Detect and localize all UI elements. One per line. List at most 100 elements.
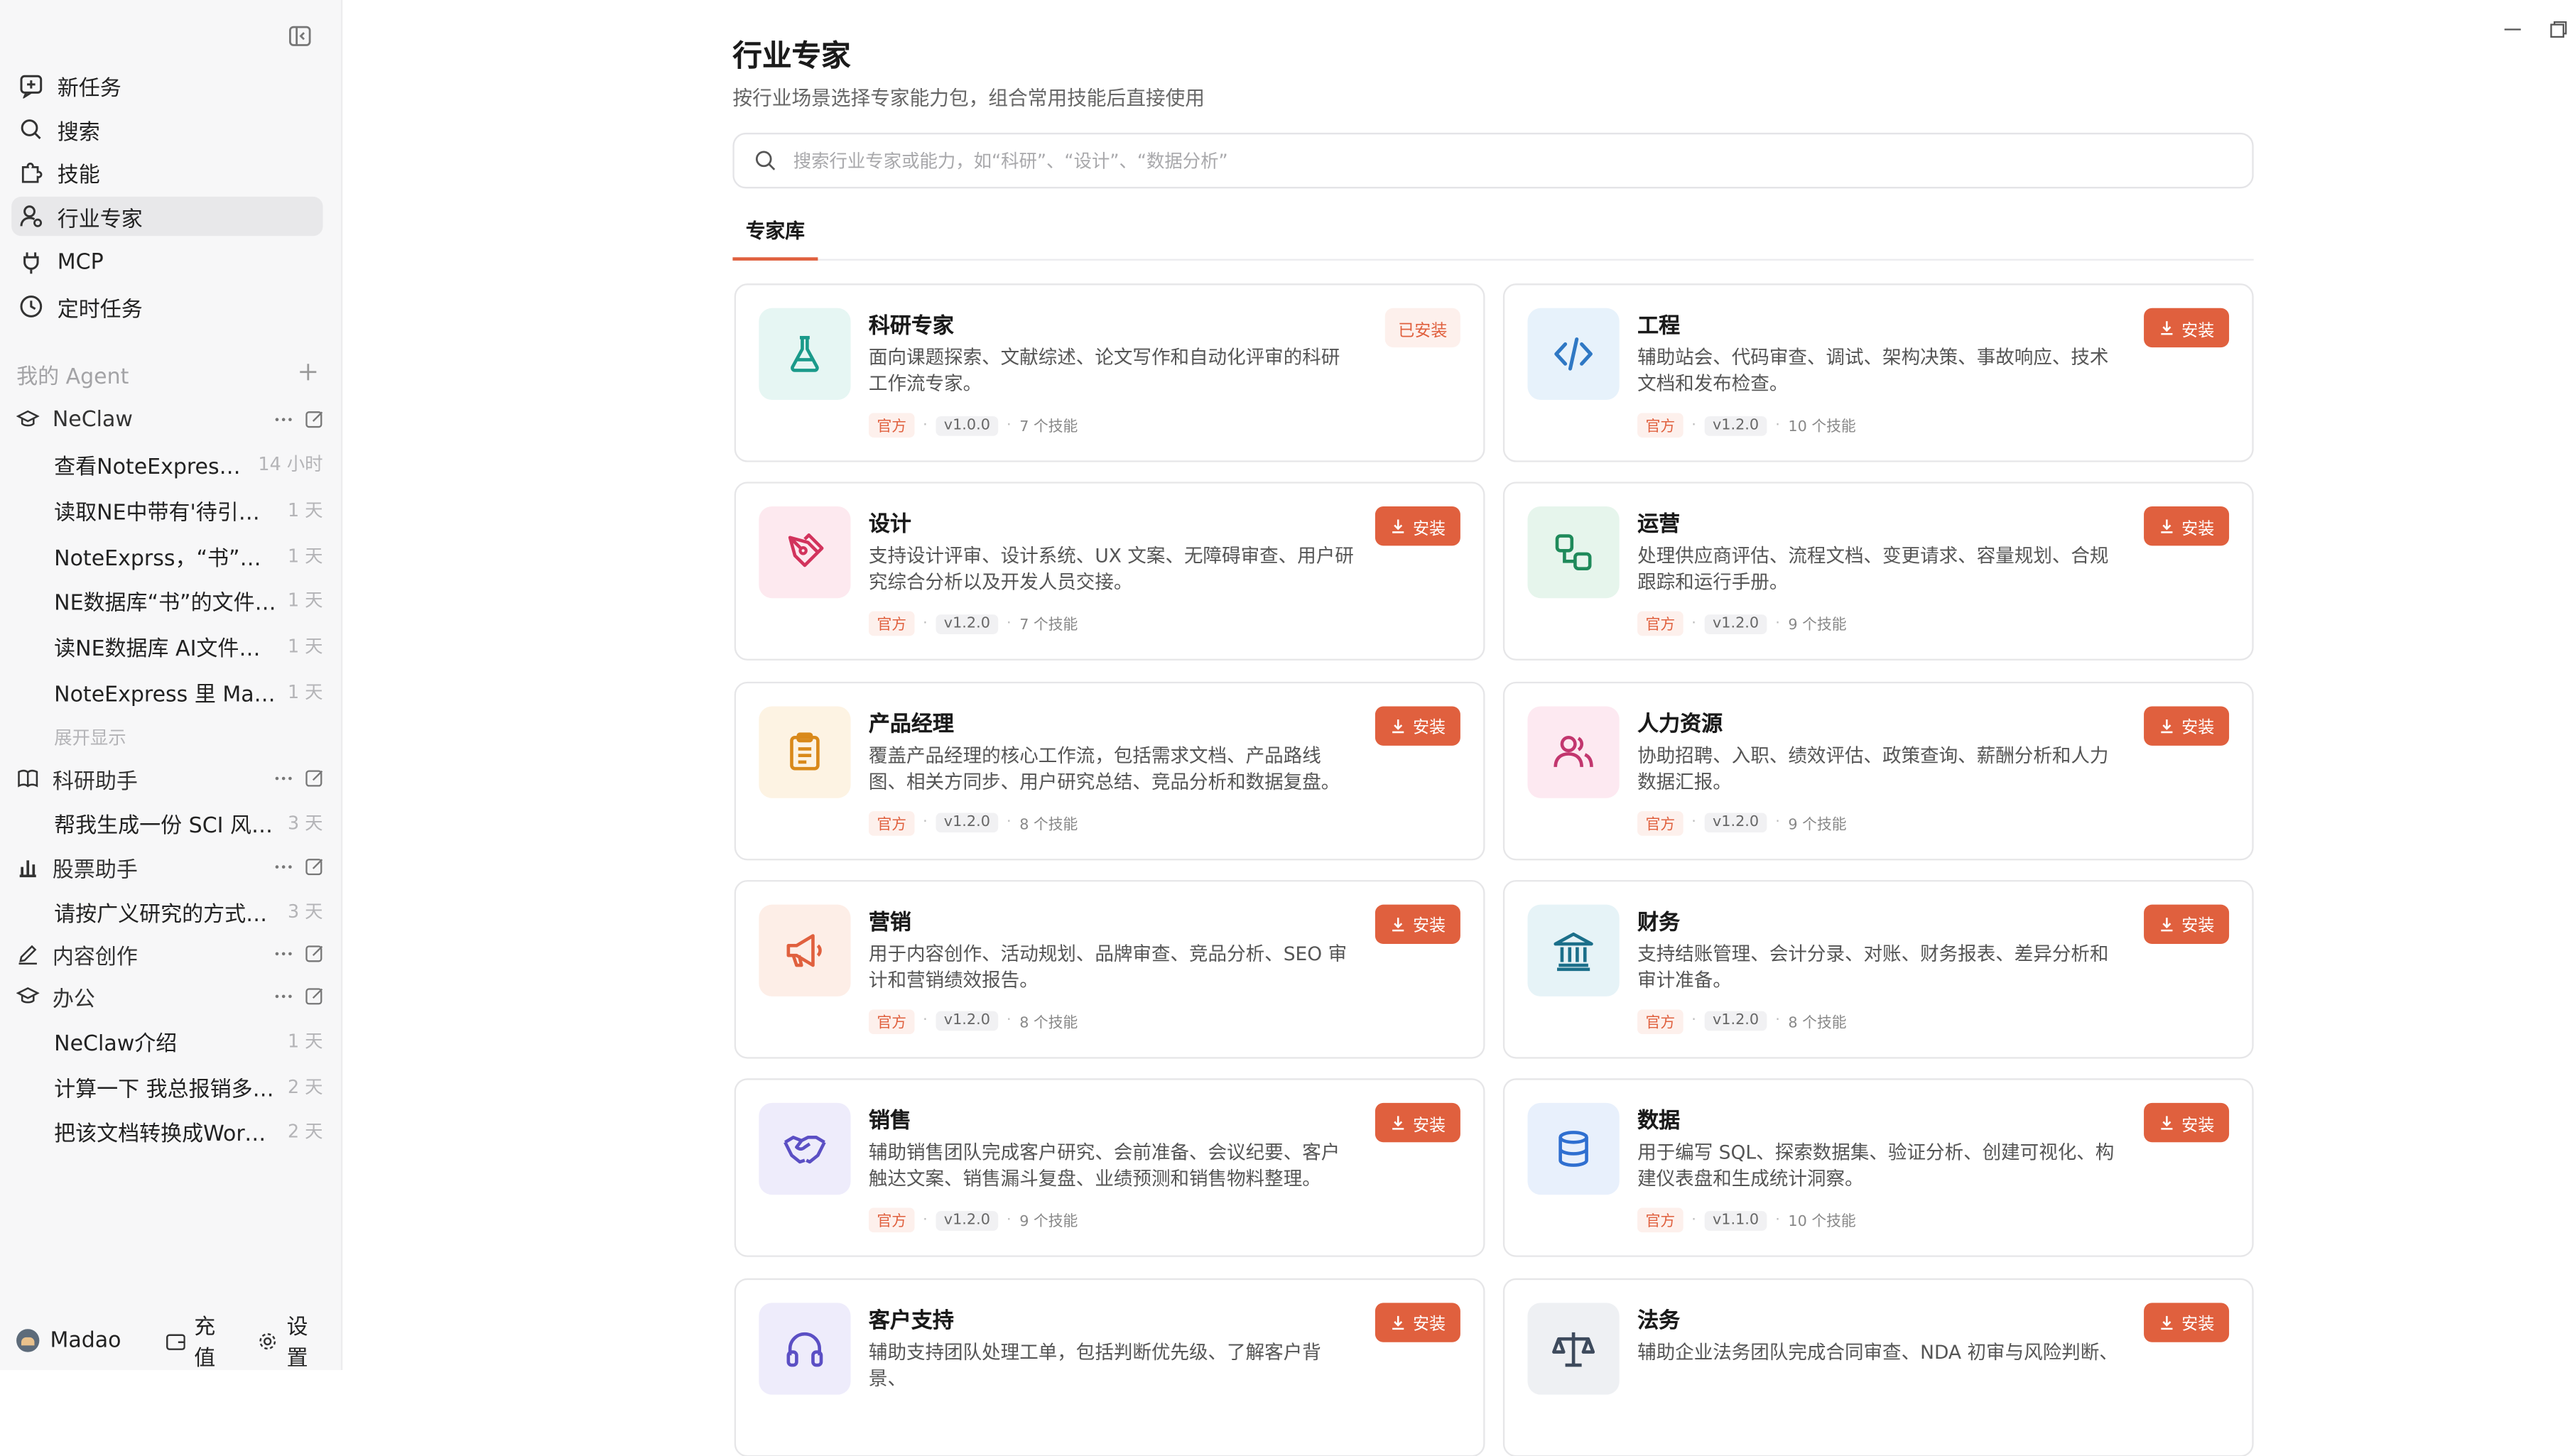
- nav-label: 新任务: [57, 76, 121, 101]
- expert-meta: 官方 · v1.2.0 · 8 个技能: [1637, 1009, 1847, 1034]
- conversation-item[interactable]: NE数据库“书”的文件夹... 1 天: [54, 582, 322, 618]
- expert-meta: 官方 · v1.2.0 · 9 个技能: [1637, 810, 1847, 835]
- recharge-button[interactable]: 充值: [166, 1310, 235, 1371]
- clipboard-icon: [790, 732, 820, 770]
- agent-office[interactable]: 办公: [16, 979, 325, 1015]
- nav-new-task[interactable]: 新任务: [11, 65, 322, 104]
- conversation-item[interactable]: 读取NE中带有'待引用'... 1 天: [54, 491, 322, 528]
- expert-card[interactable]: 数据 用于编写 SQL、探索数据集、验证分析、创建可视化、构建仪表盘和生成统计洞…: [1502, 1078, 2254, 1258]
- tab-expert-library[interactable]: 专家库: [732, 213, 818, 261]
- conversation-item[interactable]: NoteExprss，“书”文件... 1 天: [54, 538, 322, 574]
- user-name[interactable]: Madao: [50, 1328, 121, 1353]
- gear-icon: [260, 1332, 277, 1349]
- separator-dot: ·: [1007, 1212, 1012, 1229]
- edit-icon[interactable]: [305, 410, 325, 430]
- more-icon[interactable]: [272, 942, 295, 965]
- install-button[interactable]: 安装: [1375, 1302, 1460, 1342]
- expert-card[interactable]: 设计 支持设计评审、设计系统、UX 文案、无障碍审查、用户研究综合分析以及开发人…: [734, 482, 1485, 661]
- restore-icon[interactable]: [2549, 20, 2569, 40]
- expert-title: 运营: [1637, 513, 1681, 538]
- expert-card[interactable]: 营销 用于内容创作、活动规划、品牌审查、竞品分析、SEO 审计和营销绩效报告。 …: [734, 879, 1485, 1059]
- edit-icon[interactable]: [305, 944, 325, 964]
- edit-icon[interactable]: [305, 857, 325, 877]
- download-icon: [2161, 917, 2173, 932]
- edit-icon[interactable]: [305, 987, 325, 1006]
- expand-more-link[interactable]: 展开显示: [54, 724, 126, 751]
- install-button[interactable]: 安装: [2144, 308, 2230, 348]
- sidebar-collapse-icon[interactable]: [288, 25, 311, 48]
- version-badge: v1.0.0: [936, 415, 999, 435]
- expert-card[interactable]: 客户支持 辅助支持团队处理工单，包括判断优先级、了解客户背景、 安装: [734, 1277, 1485, 1456]
- expert-meta: 官方 · v1.2.0 · 8 个技能: [868, 810, 1078, 835]
- nav-industry-experts[interactable]: 行业专家: [11, 196, 323, 237]
- expert-card[interactable]: 运营 处理供应商评估、流程文档、变更请求、容量规划、合规跟踪和运行手册。 官方 …: [1502, 482, 2254, 661]
- more-icon[interactable]: [272, 408, 295, 431]
- separator-dot: ·: [923, 616, 928, 633]
- add-agent-icon[interactable]: [297, 361, 320, 384]
- install-button[interactable]: 安装: [2144, 506, 2230, 547]
- agent-research-assistant[interactable]: 科研助手: [16, 761, 325, 797]
- nav-label: 定时任务: [57, 297, 143, 322]
- install-label: 安装: [2181, 322, 2215, 340]
- install-button[interactable]: 安装: [1375, 1103, 1460, 1143]
- expert-card[interactable]: 科研专家 面向课题探索、文献综述、论文写作和自动化评审的科研工作流专家。 官方 …: [734, 283, 1485, 462]
- expert-description: 用于编写 SQL、探索数据集、验证分析、创建可视化、构建仪表盘和生成统计洞察。: [1637, 1141, 2115, 1190]
- skill-count: 7 个技能: [1019, 419, 1078, 436]
- expert-card[interactable]: 产品经理 覆盖产品经理的核心工作流，包括需求文档、产品路线图、相关方同步、用户研…: [734, 680, 1485, 860]
- tab-bar: 专家库: [732, 213, 2254, 261]
- puzzle-icon: [21, 163, 43, 183]
- separator-dot: ·: [1775, 1013, 1780, 1030]
- separator-dot: ·: [1691, 1013, 1696, 1030]
- install-button[interactable]: 安装: [1375, 506, 1460, 547]
- conversation-item[interactable]: NeClaw介绍 1 天: [54, 1023, 322, 1059]
- expert-icon-box: [759, 904, 851, 996]
- conversation-time: 1 天: [287, 636, 323, 658]
- expert-meta: 官方 · v1.2.0 · 7 个技能: [868, 612, 1078, 636]
- nav-skills[interactable]: 技能: [11, 153, 322, 192]
- expert-card[interactable]: 工程 辅助站会、代码审查、调试、架构决策、事故响应、技术文档和发布检查。 官方 …: [1502, 283, 2254, 462]
- agent-neclaw[interactable]: NeClaw: [16, 401, 325, 438]
- conversation-item[interactable]: 帮我生成一份 SCI 风格... 3 天: [54, 805, 322, 841]
- conversation-item[interactable]: NoteExpress 里 Math... 1 天: [54, 673, 322, 710]
- install-button[interactable]: 安装: [2144, 904, 2230, 944]
- conversation-title: 查看NoteExpress数...: [54, 455, 248, 479]
- conversation-item[interactable]: 计算一下 我总报销多少... 2 天: [54, 1068, 322, 1104]
- my-agent-section-title: 我的 Agent: [16, 365, 129, 391]
- expert-card[interactable]: 法务 辅助企业法务团队完成合同审查、NDA 初审与风险判断、 安装: [1502, 1277, 2254, 1456]
- plug-icon: [23, 252, 39, 274]
- expert-card[interactable]: 财务 支持结账管理、会计分录、对账、财务报表、差异分析和审计准备。 官方 · v…: [1502, 879, 2254, 1059]
- agent-stock-assistant[interactable]: 股票助手: [16, 849, 325, 885]
- minimize-icon[interactable]: [2503, 20, 2522, 40]
- settings-button[interactable]: 设置: [258, 1310, 327, 1371]
- install-button[interactable]: 安装: [2144, 1302, 2230, 1342]
- agent-name: 内容创作: [52, 945, 138, 969]
- conversation-item[interactable]: 查看NoteExpress数... 14 小时: [54, 446, 322, 482]
- edit-icon[interactable]: [305, 768, 325, 788]
- avatar[interactable]: [16, 1329, 39, 1352]
- install-button[interactable]: 安装: [2144, 1103, 2230, 1143]
- nav-search[interactable]: 搜索: [11, 110, 322, 149]
- expert-card[interactable]: 销售 辅助销售团队完成客户研究、会前准备、会议纪要、客户触达文案、销售漏斗复盘、…: [734, 1078, 1485, 1258]
- expert-search-box[interactable]: [732, 132, 2254, 189]
- nav-mcp[interactable]: MCP: [11, 242, 322, 281]
- agent-content-creation[interactable]: 内容创作: [16, 936, 325, 972]
- install-button[interactable]: 安装: [1375, 904, 1460, 944]
- expert-card[interactable]: 人力资源 协助招聘、入职、绩效评估、政策查询、薪酬分析和人力数据汇报。 官方 ·…: [1502, 680, 2254, 860]
- conversation-item[interactable]: 把该文档转换成Word ... 2 天: [54, 1113, 322, 1149]
- more-icon[interactable]: [272, 767, 295, 790]
- separator-dot: ·: [1007, 814, 1012, 832]
- install-button[interactable]: 安装: [1375, 705, 1460, 745]
- expert-description: 协助招聘、入职、绩效评估、政策查询、薪酬分析和人力数据汇报。: [1637, 743, 2109, 793]
- more-icon[interactable]: [272, 855, 295, 878]
- expert-meta: 官方 · v1.2.0 · 9 个技能: [868, 1207, 1078, 1233]
- install-button[interactable]: 安装: [2144, 705, 2230, 745]
- nav-scheduled-tasks[interactable]: 定时任务: [11, 287, 322, 326]
- separator-dot: ·: [1775, 417, 1780, 434]
- expert-title: 客户支持: [868, 1308, 954, 1334]
- official-badge: 官方: [868, 810, 915, 835]
- conversation-time: 14 小时: [258, 454, 323, 476]
- expert-search-input[interactable]: [790, 148, 2252, 173]
- more-icon[interactable]: [272, 985, 295, 1008]
- conversation-item[interactable]: 读NE数据库 AI文件夹... 1 天: [54, 628, 322, 664]
- conversation-item[interactable]: 请按广义研究的方式，... 3 天: [54, 893, 322, 930]
